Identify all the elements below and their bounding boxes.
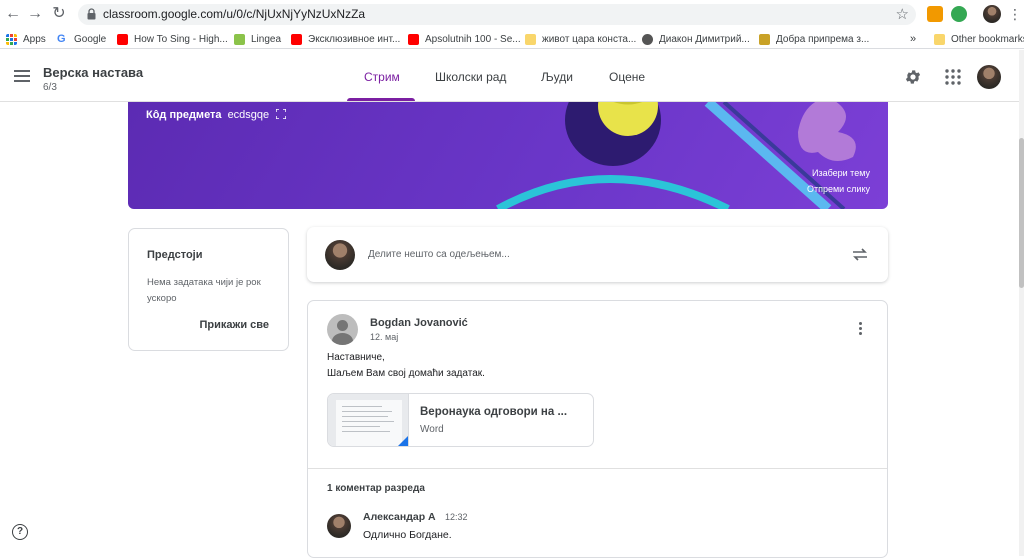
lock-icon xyxy=(87,8,96,20)
commenter-avatar xyxy=(327,514,351,538)
apps-grid-icon xyxy=(6,33,17,45)
shield-extension-icon[interactable] xyxy=(951,6,967,22)
profile-avatar[interactable] xyxy=(983,5,1001,23)
page-scrollbar[interactable] xyxy=(1019,50,1024,556)
scrollbar-thumb[interactable] xyxy=(1019,138,1024,288)
post-author: Bogdan Jovanović xyxy=(370,317,468,329)
tab-stream[interactable]: Стрим xyxy=(364,70,400,84)
upcoming-title: Предстоји xyxy=(147,249,203,261)
comment-time: 12:32 xyxy=(445,512,468,522)
account-avatar[interactable] xyxy=(977,65,1001,89)
upcoming-empty-text: Нема задатака чији је рок ускоро xyxy=(147,277,261,304)
attachment-title: Веронаука одговори на ... xyxy=(420,406,568,418)
tab-people[interactable]: Људи xyxy=(541,70,573,84)
bookmark-how-to-sing[interactable]: How To Sing - High... xyxy=(117,32,228,46)
class-code-label: Кôд предмета xyxy=(146,109,222,121)
lingea-icon xyxy=(234,33,245,45)
google-icon: G xyxy=(57,32,66,45)
attachment-type: Word xyxy=(420,424,444,435)
select-theme-link[interactable]: Изабери тему xyxy=(812,168,870,178)
more-bookmarks-chevron[interactable]: » xyxy=(910,32,916,46)
main-menu-icon[interactable] xyxy=(14,70,30,82)
classroom-header: Верска настава 6/3 Стрим Школски рад Људ… xyxy=(0,50,1024,102)
bookmark-zivot-cara[interactable]: живот цара конста... xyxy=(525,32,636,46)
youtube-icon xyxy=(291,33,302,45)
share-placeholder[interactable]: Делите нешто са одељењем... xyxy=(368,249,510,260)
bookmarks-bar: Apps G Google How To Sing - High... Ling… xyxy=(0,29,1024,49)
bookmark-exclusive[interactable]: Эксклюзивное инт... xyxy=(291,32,400,46)
reload-icon[interactable]: ↻ xyxy=(50,5,68,23)
tab-classwork[interactable]: Школски рад xyxy=(435,70,506,84)
class-comments-count[interactable]: 1 коментар разреда xyxy=(327,483,425,494)
tab-grades[interactable]: Оцене xyxy=(609,70,645,84)
comment-text: Одлично Богдане. xyxy=(363,529,452,541)
bookmark-apsolutnih[interactable]: Apsolutnih 100 - Se... xyxy=(408,32,521,46)
extension-icon[interactable] xyxy=(927,6,943,22)
post-date: 12. мај xyxy=(370,332,399,342)
bookmark-star-icon[interactable]: ☆ xyxy=(896,5,909,23)
settings-gear-icon[interactable] xyxy=(904,68,922,86)
view-all-button[interactable]: Прикажи све xyxy=(200,319,269,331)
site-icon xyxy=(642,33,653,45)
help-icon[interactable]: ? xyxy=(12,524,28,540)
bookmark-lingea[interactable]: Lingea xyxy=(234,32,281,46)
upcoming-card: Предстоји Нема задатака чији је рок уско… xyxy=(128,228,289,351)
browser-toolbar: ← → ↻ classroom.google.com/u/0/c/NjUxNjY… xyxy=(0,0,1024,29)
comments-divider xyxy=(308,468,887,469)
post-body: Наставниче, Шаљем Вам свој домаћи задата… xyxy=(327,350,485,382)
stream-post: Bogdan Jovanović 12. мај Наставниче, Шаљ… xyxy=(307,300,888,558)
share-box[interactable]: Делите нешто са одељењем... xyxy=(307,227,888,282)
google-apps-icon[interactable] xyxy=(944,68,962,86)
class-banner: Кôд предмета ecdsgqe Изабери тему Отпреми… xyxy=(128,102,888,209)
class-title[interactable]: Верска настава xyxy=(43,65,143,80)
url-text: classroom.google.com/u/0/c/NjUxNjYyNzUxN… xyxy=(103,7,366,21)
youtube-icon xyxy=(408,33,419,45)
post-body-line: Шаљем Вам свој домаћи задатак. xyxy=(327,368,485,379)
user-avatar xyxy=(325,240,355,270)
class-code: Кôд предмета ecdsgqe xyxy=(146,108,287,121)
bookmark-djakon[interactable]: Диакон Димитрий... xyxy=(642,32,750,46)
bookmark-other[interactable]: Other bookmarks xyxy=(934,32,1024,46)
site-icon xyxy=(759,33,770,45)
back-icon[interactable]: ← xyxy=(4,5,22,23)
class-code-value: ecdsgqe xyxy=(227,109,270,121)
active-tab-indicator xyxy=(347,98,415,101)
forward-icon[interactable]: → xyxy=(26,5,44,23)
fullscreen-icon[interactable] xyxy=(275,108,287,120)
address-bar[interactable]: classroom.google.com/u/0/c/NjUxNjYyNzUxN… xyxy=(78,4,916,25)
attachment-thumbnail xyxy=(328,394,409,446)
youtube-icon xyxy=(117,33,128,45)
post-body-line: Наставниче, xyxy=(327,352,385,363)
bookmark-dobra-priprema[interactable]: Добра припрема з... xyxy=(759,32,869,46)
folder-icon xyxy=(934,33,945,45)
folder-icon xyxy=(525,33,536,45)
upload-photo-link[interactable]: Отпреми слику xyxy=(807,184,870,194)
chrome-menu-icon[interactable]: ⋮ xyxy=(1006,5,1024,23)
class-section: 6/3 xyxy=(43,82,57,93)
comment-author: Александар А xyxy=(363,511,436,523)
more-options-icon[interactable] xyxy=(859,322,863,337)
default-avatar-icon xyxy=(327,314,358,345)
attachment-card[interactable]: Веронаука одговори на ... Word xyxy=(327,393,594,447)
bookmark-google[interactable]: G Google xyxy=(57,32,106,46)
bookmark-apps[interactable]: Apps xyxy=(6,32,46,46)
repost-icon[interactable] xyxy=(852,247,868,262)
word-file-icon xyxy=(396,436,408,446)
